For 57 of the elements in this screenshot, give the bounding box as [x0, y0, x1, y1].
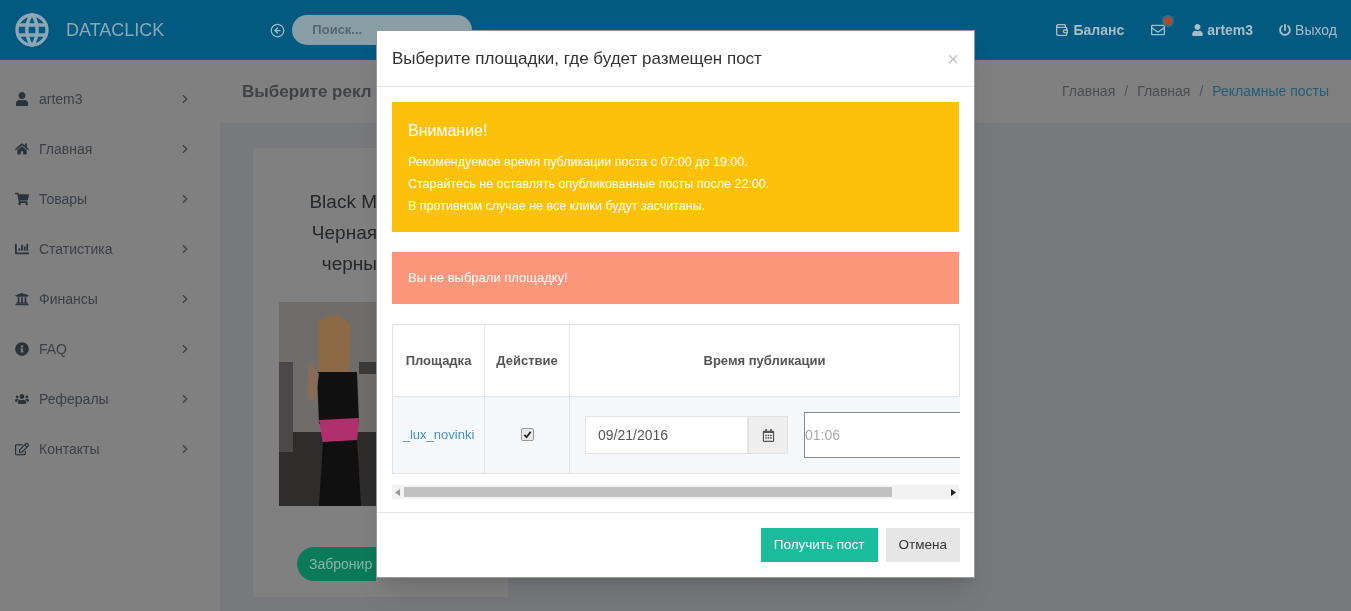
edit-icon — [15, 442, 29, 456]
back-icon[interactable] — [270, 22, 286, 38]
sidebar-item[interactable]: Рефералы — [0, 374, 220, 424]
sidebar-item[interactable]: Финансы — [0, 274, 220, 324]
warning-heading: Внимание! — [408, 121, 489, 141]
column-header: Время публикации — [569, 324, 960, 397]
modal-title: Выберите площадки, где будет размещен пост — [392, 47, 762, 70]
cart-icon — [15, 192, 29, 206]
date-field[interactable]: 09/21/2016 — [585, 416, 748, 454]
sidebar-item[interactable]: FAQ — [0, 324, 220, 374]
user-icon — [15, 92, 29, 106]
action-checkbox[interactable] — [520, 428, 534, 442]
breadcrumb-separator: / — [1124, 82, 1129, 101]
book-button[interactable]: Забронир — [297, 547, 377, 581]
site-link[interactable]: _lux_novinki — [402, 427, 475, 443]
logo-text: DATACLICK — [66, 18, 165, 42]
calendar-icon — [761, 428, 775, 442]
sidebar-item[interactable]: Товары — [0, 174, 220, 224]
column-header: Действие — [484, 324, 570, 397]
time-field[interactable]: 01:06 — [804, 412, 960, 458]
product-title: Черная — [311, 221, 377, 245]
warning-text: В противном случае не все клики будут засчитаны. — [408, 198, 707, 215]
cancel-button[interactable]: Отмена — [885, 528, 960, 562]
sidebar-item[interactable]: Статистика — [0, 224, 220, 274]
logout-link[interactable]: Выход — [1279, 19, 1337, 41]
bar-chart-icon — [15, 242, 29, 256]
balance-link[interactable]: Баланс — [1054, 19, 1125, 41]
horizontal-scrollbar[interactable] — [392, 485, 959, 499]
breadcrumb-separator: / — [1199, 82, 1204, 101]
scrollbar-thumb[interactable] — [404, 487, 892, 497]
get-post-button[interactable]: Получить пост — [760, 528, 878, 562]
user-menu[interactable]: artem3 — [1192, 19, 1254, 41]
mail-icon[interactable] — [1150, 23, 1167, 37]
breadcrumb-link[interactable]: Рекламные посты — [1212, 81, 1329, 102]
globe-logo-icon — [12, 10, 52, 50]
scroll-left-icon[interactable] — [395, 488, 400, 496]
page-title: Выберите рекл — [242, 80, 372, 103]
scroll-right-icon[interactable] — [951, 488, 956, 496]
warning-text: Рекомендуемое время публикации поста с 07:00 до 19:00. — [408, 154, 749, 171]
sidebar-item[interactable]: Контакты — [0, 424, 220, 474]
warning-text: Старайтесь не оставлять опубликованные посты после 22:00. — [408, 176, 771, 193]
users-icon — [15, 392, 29, 406]
power-icon — [1279, 24, 1292, 36]
sidebar-item[interactable]: artem3 — [0, 74, 220, 124]
product-title: Black M — [309, 190, 377, 214]
column-header: Площадка — [392, 324, 485, 397]
home-icon — [15, 142, 29, 156]
user-icon — [1192, 24, 1204, 36]
wallet-icon — [1054, 22, 1071, 38]
calendar-button[interactable] — [748, 416, 788, 454]
close-button[interactable]: × — [947, 48, 959, 69]
search-input[interactable]: Поиск... — [312, 20, 453, 40]
info-icon — [15, 342, 29, 356]
product-title: черны — [321, 252, 377, 276]
error-text: Вы не выбрали площадку! — [408, 269, 568, 288]
sidebar-item[interactable]: Главная — [0, 124, 220, 174]
bank-icon — [15, 292, 29, 306]
